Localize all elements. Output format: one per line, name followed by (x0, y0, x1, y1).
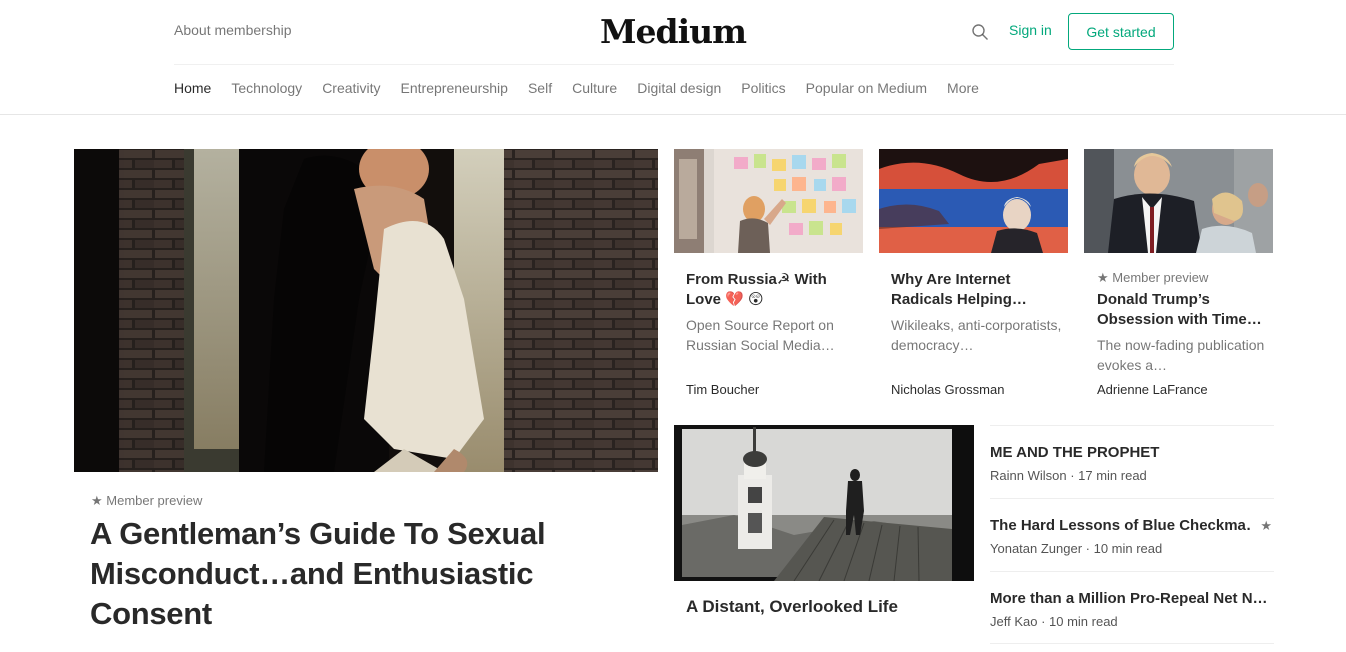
card-russia-title[interactable]: From Russia☭ With Love 💔 😲 (686, 270, 862, 310)
list-item-title[interactable]: More than a Million Pro-Repeal Net N… (990, 590, 1274, 607)
site-header: About membership Medium Sign in Get star… (0, 0, 1346, 115)
card-internet-radicals-image[interactable] (879, 149, 1068, 253)
card-russia-image[interactable] (674, 149, 863, 253)
card-trump-time-title[interactable]: Donald Trump’s Obsession with Time… (1097, 290, 1273, 330)
get-started-button[interactable]: Get started (1068, 13, 1174, 50)
card-internet-radicals-title[interactable]: Why Are Internet Radicals Helping… (891, 270, 1067, 310)
nav-popular[interactable]: Popular on Medium (806, 80, 927, 96)
list-item-meta: Jeff Kao · 10 min read (990, 614, 1118, 629)
member-preview-label: ★ Member preview (1097, 270, 1209, 285)
card-internet-radicals-subtitle[interactable]: Wikileaks, anti-corporatists, democracy… (891, 315, 1063, 355)
member-preview-label: ★ Member preview (91, 493, 203, 508)
header-divider (174, 64, 1174, 65)
card-internet-radicals-author[interactable]: Nicholas Grossman (891, 382, 1004, 397)
nav-home[interactable]: Home (174, 80, 211, 96)
list-item-meta: Yonatan Zunger · 10 min read (990, 541, 1163, 556)
nav-creativity[interactable]: Creativity (322, 80, 380, 96)
hero-story-title[interactable]: A Gentleman’s Guide To Sexual Misconduct… (90, 514, 590, 634)
search-icon[interactable] (971, 23, 989, 41)
sign-in-link[interactable]: Sign in (1009, 22, 1052, 38)
list-item[interactable]: More than a Million Pro-Repeal Net N… Je… (990, 571, 1274, 644)
hero-story-image[interactable] (74, 149, 658, 472)
nav-digital-design[interactable]: Digital design (637, 80, 721, 96)
card-trump-time-subtitle[interactable]: The now-fading publication evokes a… (1097, 335, 1269, 375)
nav-self[interactable]: Self (528, 80, 552, 96)
nav-technology[interactable]: Technology (231, 80, 302, 96)
distant-life-title[interactable]: A Distant, Overlooked Life (686, 597, 898, 617)
list-item-meta: Rainn Wilson · 17 min read (990, 468, 1147, 483)
nav-culture[interactable]: Culture (572, 80, 617, 96)
card-trump-time-author[interactable]: Adrienne LaFrance (1097, 382, 1208, 397)
card-russia-subtitle[interactable]: Open Source Report on Russian Social Med… (686, 315, 858, 355)
nav-entrepreneurship[interactable]: Entrepreneurship (401, 80, 508, 96)
list-item-title[interactable]: The Hard Lessons of Blue Checkma… (990, 517, 1252, 534)
list-item[interactable]: ME AND THE PROPHET Rainn Wilson · 17 min… (990, 425, 1274, 498)
medium-logo[interactable]: Medium (600, 12, 747, 51)
card-trump-time-image[interactable] (1084, 149, 1273, 253)
topic-nav: Home Technology Creativity Entrepreneurs… (174, 80, 979, 96)
nav-politics[interactable]: Politics (741, 80, 785, 96)
list-item-title[interactable]: ME AND THE PROPHET (990, 444, 1274, 461)
list-item[interactable]: The Hard Lessons of Blue Checkma… ★ Yona… (990, 498, 1274, 571)
card-russia-author[interactable]: Tim Boucher (686, 382, 759, 397)
star-icon: ★ (1260, 518, 1272, 533)
nav-more[interactable]: More (947, 80, 979, 96)
distant-life-image[interactable] (674, 425, 974, 581)
